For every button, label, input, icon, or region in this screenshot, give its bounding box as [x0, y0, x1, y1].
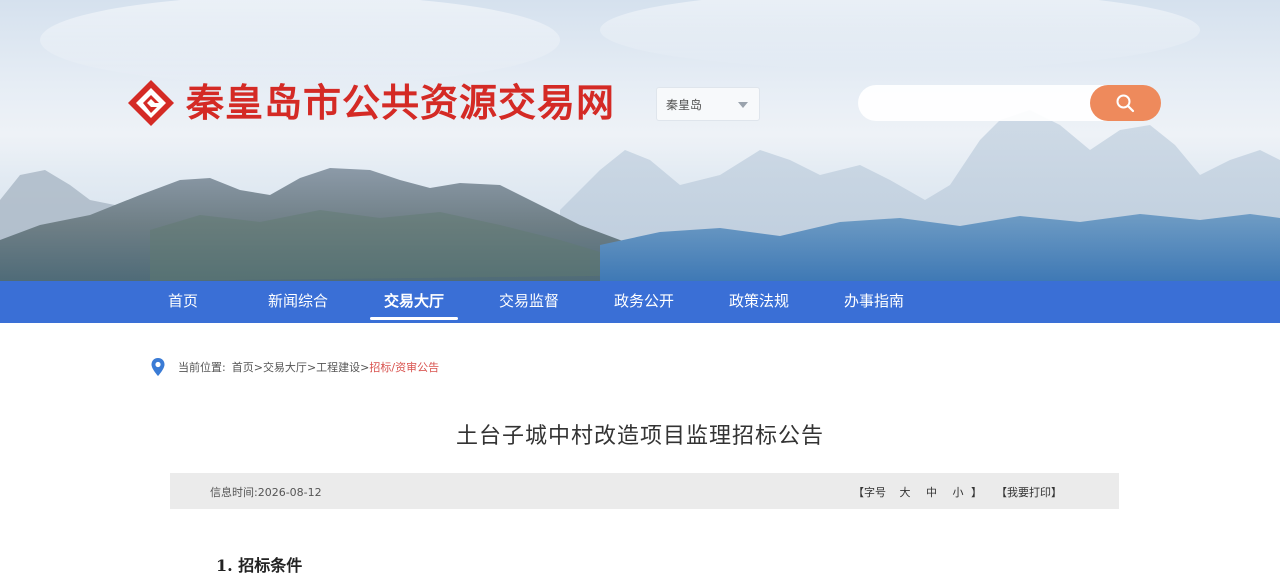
print-button[interactable]: 【我要打印】 — [996, 484, 1062, 500]
section-heading: 1. 招标条件 — [216, 556, 303, 575]
search-icon — [1116, 94, 1135, 113]
main-nav: 首页 新闻综合 交易大厅 交易监督 政务公开 政策法规 办事指南 — [0, 281, 1280, 323]
breadcrumb-link-trading-hall[interactable]: 交易大厅 — [263, 359, 307, 375]
font-size-controls: 【字号 大 中 小 】 — [853, 484, 982, 500]
nav-active-indicator — [370, 317, 458, 320]
font-size-label: 【字号 — [853, 486, 886, 499]
location-pin-icon — [151, 358, 165, 376]
breadcrumb: 当前位置: 首页 > 交易大厅 > 工程建设 > 招标/资审公告 — [150, 357, 439, 377]
font-size-medium-button[interactable]: 中 — [926, 484, 937, 500]
article-info-bar: 信息时间:2026-08-12 【字号 大 中 小 】 【我要打印】 — [170, 473, 1119, 509]
nav-item-guide[interactable]: 办事指南 — [829, 281, 919, 323]
nav-item-label: 办事指南 — [843, 292, 904, 310]
breadcrumb-current[interactable]: 招标/资审公告 — [369, 359, 439, 375]
breadcrumb-separator: > — [253, 360, 263, 374]
nav-item-trading-hall[interactable]: 交易大厅 — [369, 281, 459, 323]
breadcrumb-link-construction[interactable]: 工程建设 — [316, 359, 360, 375]
breadcrumb-prefix: 当前位置: — [178, 361, 226, 374]
chevron-down-icon — [738, 102, 748, 108]
font-size-small-button[interactable]: 小 — [953, 484, 964, 500]
article-title: 土台子城中村改造项目监理招标公告 — [455, 424, 824, 449]
nav-item-news[interactable]: 新闻综合 — [253, 281, 343, 323]
header-banner: 秦皇岛市公共资源交易网 秦皇岛 — [0, 0, 1280, 281]
nav-item-policies[interactable]: 政策法规 — [714, 281, 804, 323]
breadcrumb-link-home[interactable]: 首页 — [232, 359, 254, 375]
nav-item-government-affairs[interactable]: 政务公开 — [599, 281, 689, 323]
nav-item-label: 交易监督 — [498, 292, 559, 310]
nav-item-label: 政策法规 — [728, 292, 789, 310]
site-title[interactable]: 秦皇岛市公共资源交易网 — [186, 80, 615, 126]
region-select[interactable]: 秦皇岛 — [656, 87, 760, 121]
breadcrumb-separator: > — [360, 360, 370, 374]
search-input[interactable] — [858, 85, 1108, 121]
nav-item-label: 新闻综合 — [267, 292, 328, 310]
site-logo-icon[interactable] — [126, 78, 176, 128]
font-size-large-button[interactable]: 大 — [900, 484, 911, 500]
publish-date: 信息时间:2026-08-12 — [210, 486, 322, 499]
nav-item-label: 首页 — [167, 292, 198, 310]
nav-item-label: 交易大厅 — [383, 292, 444, 310]
font-size-close: 】 — [971, 486, 982, 499]
breadcrumb-separator: > — [306, 360, 317, 374]
nav-item-supervision[interactable]: 交易监督 — [484, 281, 574, 323]
nav-item-label: 政务公开 — [613, 292, 674, 310]
mountain-scenery — [0, 0, 1280, 281]
region-select-value: 秦皇岛 — [666, 98, 703, 112]
search-button[interactable] — [1090, 85, 1161, 121]
nav-item-home[interactable]: 首页 — [148, 281, 218, 323]
